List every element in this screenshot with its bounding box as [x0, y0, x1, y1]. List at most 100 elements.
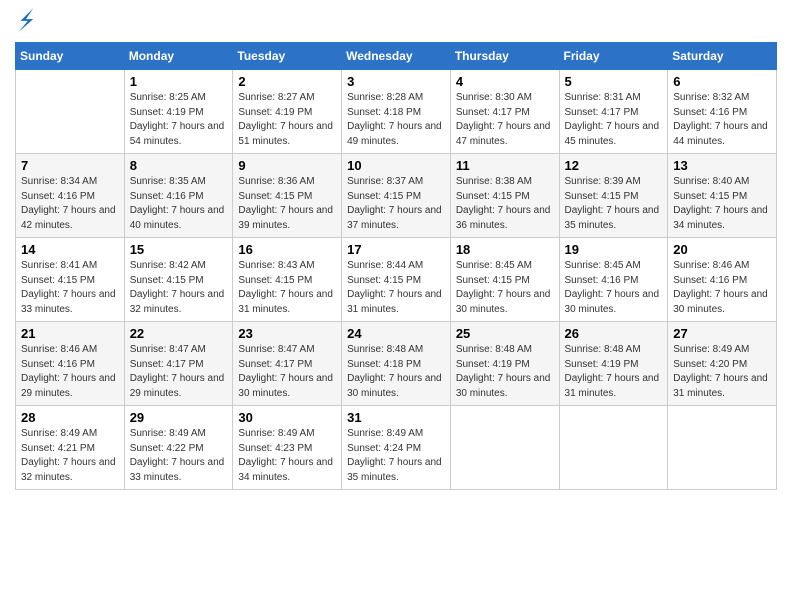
day-number: 26 — [565, 326, 663, 341]
calendar-cell: 17 Sunrise: 8:44 AMSunset: 4:15 PMDayligh… — [342, 238, 451, 322]
day-number: 31 — [347, 410, 445, 425]
calendar-cell: 22 Sunrise: 8:47 AMSunset: 4:17 PMDayligh… — [124, 322, 233, 406]
day-info: Sunrise: 8:45 AMSunset: 4:15 PMDaylight:… — [456, 259, 554, 317]
calendar-cell: 15 Sunrise: 8:42 AMSunset: 4:15 PMDayligh… — [124, 238, 233, 322]
day-number: 17 — [347, 242, 445, 257]
day-info: Sunrise: 8:32 AMSunset: 4:16 PMDaylight:… — [673, 91, 771, 149]
calendar-cell: 3 Sunrise: 8:28 AMSunset: 4:18 PMDaylight… — [342, 70, 451, 154]
calendar-cell: 27 Sunrise: 8:49 AMSunset: 4:20 PMDayligh… — [668, 322, 777, 406]
logo-icon — [17, 6, 35, 34]
header-day-friday: Friday — [559, 43, 668, 70]
day-info: Sunrise: 8:34 AMSunset: 4:16 PMDaylight:… — [21, 175, 119, 233]
day-number: 6 — [673, 74, 771, 89]
calendar-cell: 9 Sunrise: 8:36 AMSunset: 4:15 PMDaylight… — [233, 154, 342, 238]
calendar-cell — [559, 406, 668, 490]
day-number: 16 — [238, 242, 336, 257]
calendar-cell: 8 Sunrise: 8:35 AMSunset: 4:16 PMDaylight… — [124, 154, 233, 238]
calendar-cell: 13 Sunrise: 8:40 AMSunset: 4:15 PMDayligh… — [668, 154, 777, 238]
calendar-cell: 30 Sunrise: 8:49 AMSunset: 4:23 PMDayligh… — [233, 406, 342, 490]
calendar-cell: 23 Sunrise: 8:47 AMSunset: 4:17 PMDayligh… — [233, 322, 342, 406]
day-info: Sunrise: 8:35 AMSunset: 4:16 PMDaylight:… — [130, 175, 228, 233]
logo — [15, 10, 35, 34]
day-number: 21 — [21, 326, 119, 341]
day-info: Sunrise: 8:42 AMSunset: 4:15 PMDaylight:… — [130, 259, 228, 317]
calendar-week-5: 28Sunrise: 8:49 AMSunset: 4:21 PMDayligh… — [16, 406, 777, 490]
calendar-cell: 4Sunrise: 8:30 AMSunset: 4:17 PMDaylight… — [450, 70, 559, 154]
day-number: 25 — [456, 326, 554, 341]
day-number: 8 — [130, 158, 228, 173]
header-row: SundayMondayTuesdayWednesdayThursdayFrid… — [16, 43, 777, 70]
day-info: Sunrise: 8:40 AMSunset: 4:15 PMDaylight:… — [673, 175, 771, 233]
day-info: Sunrise: 8:27 AMSunset: 4:19 PMDaylight:… — [238, 91, 336, 149]
page-header — [15, 10, 777, 34]
day-info: Sunrise: 8:31 AMSunset: 4:17 PMDaylight:… — [565, 91, 663, 149]
day-number: 7 — [21, 158, 119, 173]
calendar-cell: 19 Sunrise: 8:45 AMSunset: 4:16 PMDayligh… — [559, 238, 668, 322]
day-number: 15 — [130, 242, 228, 257]
day-number: 3 — [347, 74, 445, 89]
day-number: 1 — [130, 74, 228, 89]
header-day-sunday: Sunday — [16, 43, 125, 70]
header-day-thursday: Thursday — [450, 43, 559, 70]
calendar-week-4: 21Sunrise: 8:46 AMSunset: 4:16 PMDayligh… — [16, 322, 777, 406]
calendar-cell: 6 Sunrise: 8:32 AMSunset: 4:16 PMDaylight… — [668, 70, 777, 154]
calendar-cell: 2 Sunrise: 8:27 AMSunset: 4:19 PMDaylight… — [233, 70, 342, 154]
day-number: 24 — [347, 326, 445, 341]
calendar-cell: 29Sunrise: 8:49 AMSunset: 4:22 PMDayligh… — [124, 406, 233, 490]
day-info: Sunrise: 8:47 AMSunset: 4:17 PMDaylight:… — [238, 343, 336, 401]
day-number: 27 — [673, 326, 771, 341]
day-number: 11 — [456, 158, 554, 173]
calendar-cell — [668, 406, 777, 490]
calendar-cell: 26Sunrise: 8:48 AMSunset: 4:19 PMDayligh… — [559, 322, 668, 406]
calendar-body: 1 Sunrise: 8:25 AMSunset: 4:19 PMDaylight… — [16, 70, 777, 490]
calendar-cell — [450, 406, 559, 490]
day-info: Sunrise: 8:37 AMSunset: 4:15 PMDaylight:… — [347, 175, 445, 233]
day-number: 12 — [565, 158, 663, 173]
day-info: Sunrise: 8:49 AMSunset: 4:24 PMDaylight:… — [347, 427, 445, 485]
calendar-cell: 1 Sunrise: 8:25 AMSunset: 4:19 PMDaylight… — [124, 70, 233, 154]
calendar-cell: 10 Sunrise: 8:37 AMSunset: 4:15 PMDayligh… — [342, 154, 451, 238]
day-number: 18 — [456, 242, 554, 257]
calendar-cell: 25 Sunrise: 8:48 AMSunset: 4:19 PMDayligh… — [450, 322, 559, 406]
header-day-monday: Monday — [124, 43, 233, 70]
day-info: Sunrise: 8:49 AMSunset: 4:20 PMDaylight:… — [673, 343, 771, 401]
day-info: Sunrise: 8:36 AMSunset: 4:15 PMDaylight:… — [238, 175, 336, 233]
day-number: 10 — [347, 158, 445, 173]
day-number: 23 — [238, 326, 336, 341]
day-number: 28 — [21, 410, 119, 425]
day-info: Sunrise: 8:41 AMSunset: 4:15 PMDaylight:… — [21, 259, 119, 317]
day-info: Sunrise: 8:39 AMSunset: 4:15 PMDaylight:… — [565, 175, 663, 233]
calendar-cell: 20Sunrise: 8:46 AMSunset: 4:16 PMDayligh… — [668, 238, 777, 322]
calendar-cell: 28Sunrise: 8:49 AMSunset: 4:21 PMDayligh… — [16, 406, 125, 490]
day-number: 2 — [238, 74, 336, 89]
day-number: 30 — [238, 410, 336, 425]
day-number: 19 — [565, 242, 663, 257]
day-number: 9 — [238, 158, 336, 173]
calendar-cell: 21Sunrise: 8:46 AMSunset: 4:16 PMDayligh… — [16, 322, 125, 406]
calendar-cell — [16, 70, 125, 154]
calendar-header: SundayMondayTuesdayWednesdayThursdayFrid… — [16, 43, 777, 70]
calendar-week-3: 14 Sunrise: 8:41 AMSunset: 4:15 PMDayligh… — [16, 238, 777, 322]
day-info: Sunrise: 8:48 AMSunset: 4:19 PMDaylight:… — [456, 343, 554, 401]
day-info: Sunrise: 8:49 AMSunset: 4:23 PMDaylight:… — [238, 427, 336, 485]
calendar-cell: 12 Sunrise: 8:39 AMSunset: 4:15 PMDayligh… — [559, 154, 668, 238]
calendar-week-1: 1 Sunrise: 8:25 AMSunset: 4:19 PMDaylight… — [16, 70, 777, 154]
calendar-cell: 16 Sunrise: 8:43 AMSunset: 4:15 PMDayligh… — [233, 238, 342, 322]
day-number: 13 — [673, 158, 771, 173]
calendar-cell: 11Sunrise: 8:38 AMSunset: 4:15 PMDayligh… — [450, 154, 559, 238]
day-info: Sunrise: 8:44 AMSunset: 4:15 PMDaylight:… — [347, 259, 445, 317]
day-info: Sunrise: 8:25 AMSunset: 4:19 PMDaylight:… — [130, 91, 228, 149]
calendar-table: SundayMondayTuesdayWednesdayThursdayFrid… — [15, 42, 777, 490]
day-info: Sunrise: 8:45 AMSunset: 4:16 PMDaylight:… — [565, 259, 663, 317]
calendar-cell: 5 Sunrise: 8:31 AMSunset: 4:17 PMDaylight… — [559, 70, 668, 154]
header-day-saturday: Saturday — [668, 43, 777, 70]
day-info: Sunrise: 8:47 AMSunset: 4:17 PMDaylight:… — [130, 343, 228, 401]
day-number: 22 — [130, 326, 228, 341]
day-info: Sunrise: 8:28 AMSunset: 4:18 PMDaylight:… — [347, 91, 445, 149]
day-info: Sunrise: 8:43 AMSunset: 4:15 PMDaylight:… — [238, 259, 336, 317]
calendar-week-2: 7 Sunrise: 8:34 AMSunset: 4:16 PMDaylight… — [16, 154, 777, 238]
day-number: 29 — [130, 410, 228, 425]
day-number: 5 — [565, 74, 663, 89]
day-number: 4 — [456, 74, 554, 89]
day-number: 14 — [21, 242, 119, 257]
